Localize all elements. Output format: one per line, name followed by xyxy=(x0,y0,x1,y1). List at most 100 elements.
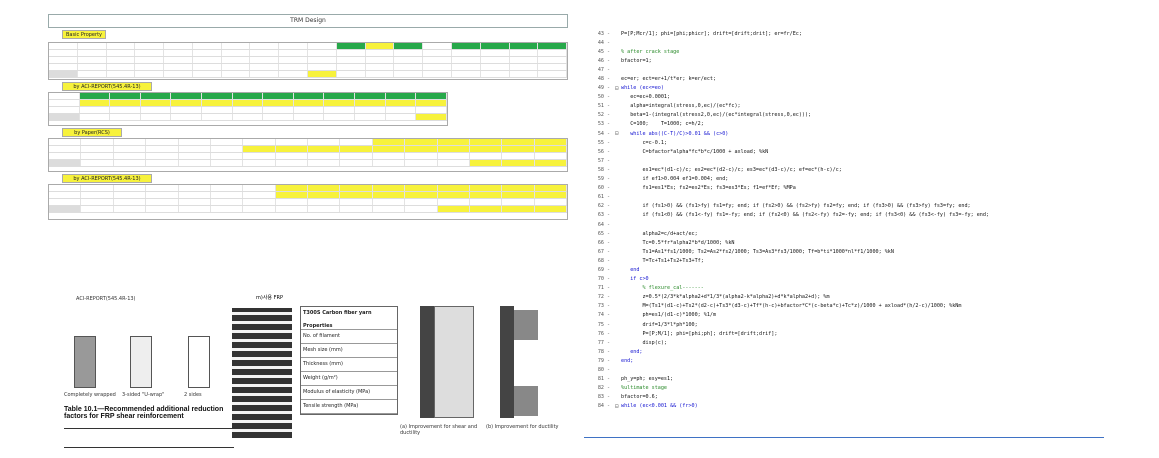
breakpoint-marker[interactable]: - xyxy=(607,312,615,318)
code-text[interactable]: C=bfactor*alpha*fc*b*c/1000 + axload; %k… xyxy=(621,149,768,155)
breakpoint-marker[interactable]: - xyxy=(607,31,615,37)
code-line[interactable]: 61- xyxy=(584,193,1104,202)
code-line[interactable]: 72- z=0.5*(2/3*k*alpha2+d*1/3*(alpha2-k*… xyxy=(584,293,1104,302)
breakpoint-marker[interactable]: - xyxy=(607,167,615,173)
breakpoint-marker[interactable]: - xyxy=(607,367,615,373)
code-line[interactable]: 59- if ef1>0.004 ef1=0.004; end; xyxy=(584,175,1104,184)
breakpoint-marker[interactable]: - xyxy=(607,322,615,328)
breakpoint-marker[interactable]: - xyxy=(607,203,615,209)
code-line[interactable]: 77- disp(c); xyxy=(584,338,1104,347)
code-line[interactable]: 84- ⊟ while (ec<0.001 && (fr>0) xyxy=(584,402,1104,411)
code-text[interactable]: ph=es1/(d1-c)*1000; %1/m xyxy=(621,312,716,318)
code-text[interactable]: Tc=0.5*fr*alpha2*b*d/1000; %kN xyxy=(621,240,734,246)
breakpoint-marker[interactable]: - xyxy=(607,340,615,346)
code-line[interactable]: 69- end xyxy=(584,265,1104,274)
breakpoint-marker[interactable]: - xyxy=(607,303,615,309)
code-text[interactable]: if (fs1>0) && (fs1>fy) fs1=fy; end; if (… xyxy=(621,203,970,209)
code-line[interactable]: 53- C=100; T=1000; c=h/2; xyxy=(584,120,1104,129)
code-line[interactable]: 79- end; xyxy=(584,356,1104,365)
code-text[interactable]: P=[P;Mcr/1]; phi=[phi;phicr]; drift=[dri… xyxy=(621,31,802,37)
breakpoint-marker[interactable]: - xyxy=(607,358,615,364)
code-line[interactable]: 46- bfactor=1; xyxy=(584,56,1104,65)
code-line[interactable]: 50- ec=ec+0.0001; xyxy=(584,93,1104,102)
code-text[interactable]: ec=ec+0.0001; xyxy=(621,94,670,100)
breakpoint-marker[interactable]: - xyxy=(607,76,615,82)
breakpoint-marker[interactable]: - xyxy=(607,149,615,155)
breakpoint-marker[interactable]: - xyxy=(607,67,615,73)
code-text[interactable]: end xyxy=(621,267,639,273)
code-text[interactable]: % after crack stage xyxy=(621,49,679,55)
code-text[interactable]: ph_y=ph; esy=es1; xyxy=(621,376,673,382)
code-text[interactable]: if c>0 xyxy=(621,276,648,282)
code-line[interactable]: 73- M=(Ts1*(d1-c)+Ts2*(d2-c)+Ts3*(d3-c)+… xyxy=(584,302,1104,311)
code-line[interactable]: 48- ec=er; ect=er+1/t*er; k=er/ect; xyxy=(584,74,1104,83)
code-line[interactable]: 82- %ultimate stage xyxy=(584,384,1104,393)
breakpoint-marker[interactable]: - xyxy=(607,394,615,400)
breakpoint-marker[interactable]: - xyxy=(607,121,615,127)
breakpoint-marker[interactable]: - xyxy=(607,331,615,337)
code-text[interactable]: while (ec<=eo) xyxy=(621,85,664,91)
breakpoint-marker[interactable]: - xyxy=(607,58,615,64)
breakpoint-marker[interactable]: - xyxy=(607,231,615,237)
code-line[interactable]: 43- P=[P;Mcr/1]; phi=[phi;phicr]; drift=[… xyxy=(584,29,1104,38)
code-line[interactable]: 56- C=bfactor*alpha*fc*b*c/1000 + axload… xyxy=(584,147,1104,156)
code-line[interactable]: 66- Tc=0.5*fr*alpha2*b*d/1000; %kN xyxy=(584,238,1104,247)
code-line[interactable]: 60- fs1=es1*Es; fs2=es2*Es; fs3=es3*Es; … xyxy=(584,184,1104,193)
breakpoint-marker[interactable]: - xyxy=(607,222,615,228)
breakpoint-marker[interactable]: - xyxy=(607,285,615,291)
code-line[interactable]: 49- ⊟ while (ec<=eo) xyxy=(584,84,1104,93)
code-text[interactable]: T=Tc+Ts1+Ts2+Ts3+Tf; xyxy=(621,258,703,264)
code-line[interactable]: 75- drif=1/3*l*ph*100; xyxy=(584,320,1104,329)
code-line[interactable]: 54- ⊟ while abs((C-T)/C)>0.01 && (c>0) xyxy=(584,129,1104,138)
code-line[interactable]: 68- T=Tc+Ts1+Ts2+Ts3+Tf; xyxy=(584,256,1104,265)
matlab-code-editor[interactable]: 43- P=[P;Mcr/1]; phi=[phi;phicr]; drift=[… xyxy=(584,29,1104,442)
code-line[interactable]: 44- xyxy=(584,38,1104,47)
code-text[interactable]: disp(c); xyxy=(621,340,667,346)
code-text[interactable]: alpha2=c/d+act/ec; xyxy=(621,231,697,237)
code-text[interactable]: end; xyxy=(621,358,633,364)
breakpoint-marker[interactable]: - xyxy=(607,267,615,273)
breakpoint-marker[interactable]: - xyxy=(607,85,615,91)
code-line[interactable]: 83- bfactor=0.6; xyxy=(584,393,1104,402)
code-line[interactable]: 51- alpha=integral(stress,0,ec)/(ec*fc); xyxy=(584,102,1104,111)
breakpoint-marker[interactable]: - xyxy=(607,176,615,182)
breakpoint-marker[interactable]: - xyxy=(607,140,615,146)
breakpoint-marker[interactable]: - xyxy=(607,131,615,137)
code-line[interactable]: 55- c=c-0.1; xyxy=(584,138,1104,147)
code-text[interactable]: if (fs1<0) && (fs1<-fy) fs1=-fy; end; if… xyxy=(621,212,989,218)
code-line[interactable]: 45-% after crack stage xyxy=(584,47,1104,56)
breakpoint-marker[interactable]: - xyxy=(607,158,615,164)
code-text[interactable]: while (ec<0.001 && (fr>0) xyxy=(621,403,698,409)
code-text[interactable]: end; xyxy=(621,349,642,355)
breakpoint-marker[interactable]: - xyxy=(607,385,615,391)
breakpoint-marker[interactable]: - xyxy=(607,40,615,46)
code-line[interactable]: 57- xyxy=(584,156,1104,165)
code-text[interactable]: P=[P;M/1]; phi=[phi;ph]; drift=[drift;dr… xyxy=(621,331,777,337)
breakpoint-marker[interactable]: - xyxy=(607,403,615,409)
code-text[interactable]: % flexure_cal------- xyxy=(621,285,703,291)
code-line[interactable]: 80- xyxy=(584,365,1104,374)
breakpoint-marker[interactable]: - xyxy=(607,349,615,355)
code-line[interactable]: 62- if (fs1>0) && (fs1>fy) fs1=fy; end; … xyxy=(584,202,1104,211)
code-line[interactable]: 52- beta=1-(integral(stress2,0,ec)/(ec*i… xyxy=(584,111,1104,120)
code-line[interactable]: 70- if c>0 xyxy=(584,275,1104,284)
code-line[interactable]: 78- end; xyxy=(584,347,1104,356)
breakpoint-marker[interactable]: - xyxy=(607,103,615,109)
code-text[interactable]: alpha=integral(stress,0,ec)/(ec*fc); xyxy=(621,103,740,109)
code-line[interactable]: 71- % flexure_cal------- xyxy=(584,284,1104,293)
code-text[interactable]: z=0.5*(2/3*k*alpha2+d*1/3*(alpha2-k*alph… xyxy=(621,294,829,300)
breakpoint-marker[interactable]: - xyxy=(607,294,615,300)
code-text[interactable]: c=c-0.1; xyxy=(621,140,667,146)
code-text[interactable]: M=(Ts1*(d1-c)+Ts2*(d2-c)+Ts3*(d3-c)+Tf*(… xyxy=(621,303,961,309)
breakpoint-marker[interactable]: - xyxy=(607,194,615,200)
breakpoint-marker[interactable]: - xyxy=(607,376,615,382)
code-text[interactable]: C=100; T=1000; c=h/2; xyxy=(621,121,704,127)
code-text[interactable]: if ef1>0.004 ef1=0.004; end; xyxy=(621,176,728,182)
code-text[interactable]: drif=1/3*l*ph*100; xyxy=(621,322,697,328)
breakpoint-marker[interactable]: - xyxy=(607,112,615,118)
code-text[interactable]: bfactor=0.6; xyxy=(621,394,658,400)
code-text[interactable]: %ultimate stage xyxy=(621,385,667,391)
code-line[interactable]: 74- ph=es1/(d1-c)*1000; %1/m xyxy=(584,311,1104,320)
code-line[interactable]: 63- if (fs1<0) && (fs1<-fy) fs1=-fy; end… xyxy=(584,211,1104,220)
code-line[interactable]: 47- xyxy=(584,65,1104,74)
